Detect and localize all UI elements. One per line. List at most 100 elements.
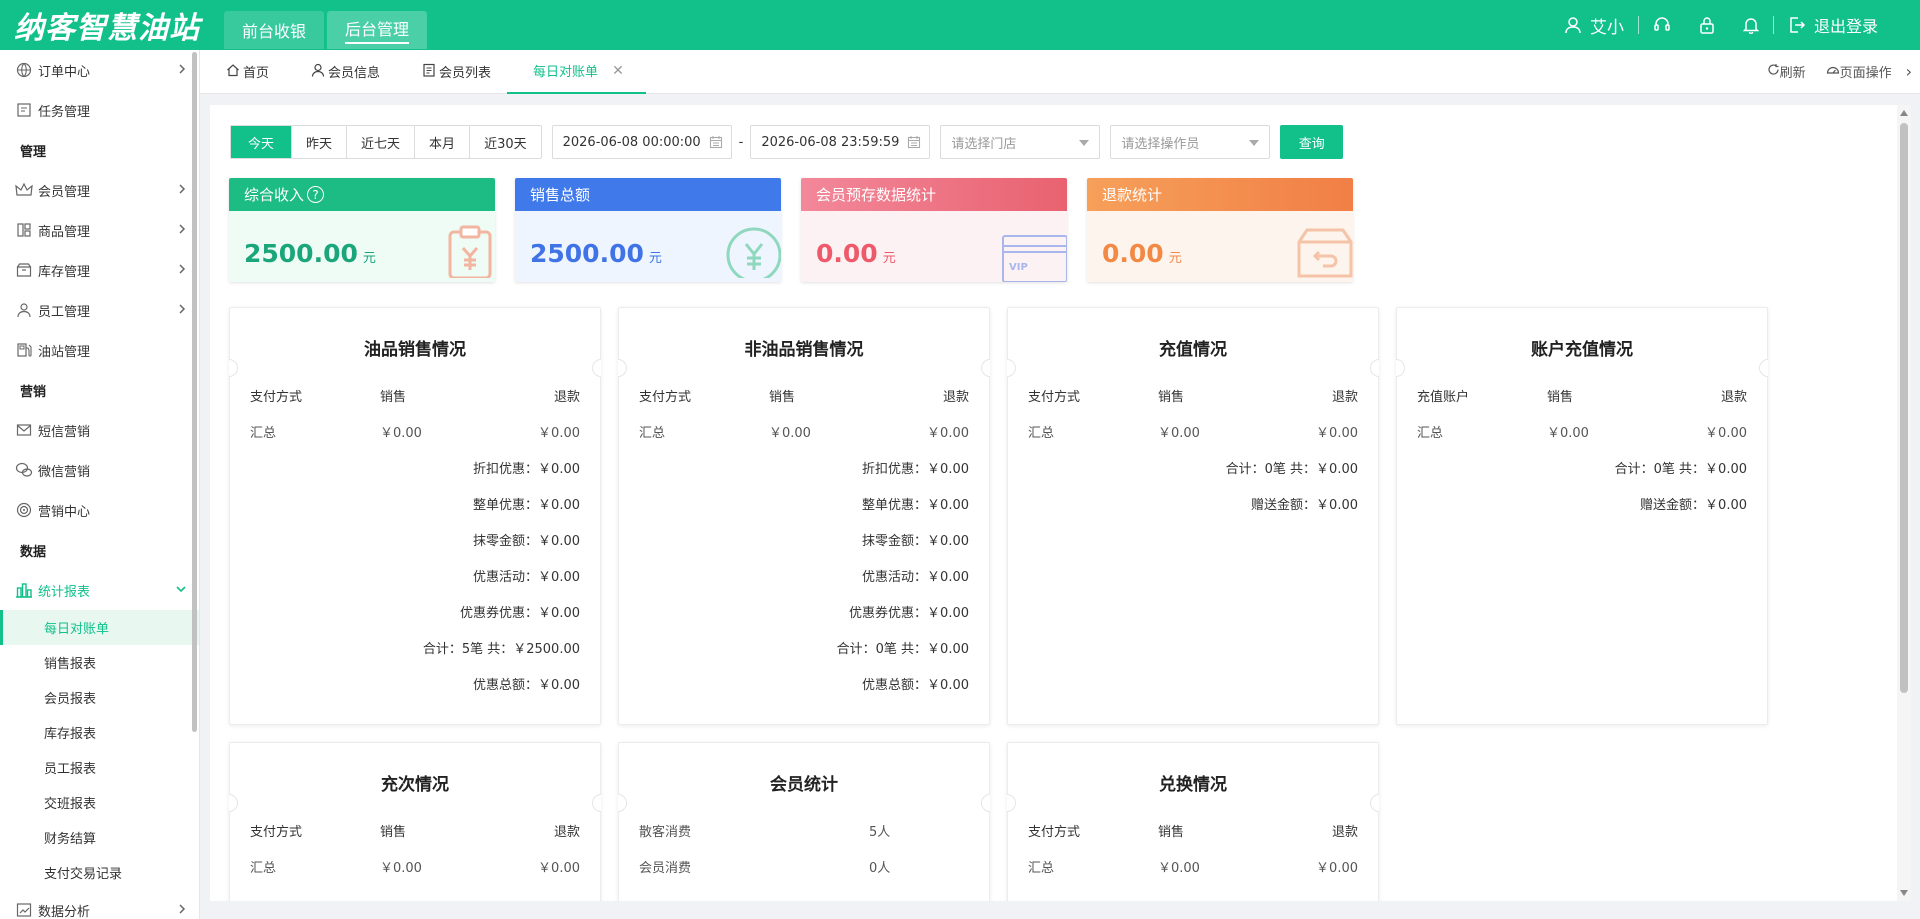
sidebar-subitem[interactable]: 支付交易记录 bbox=[0, 855, 199, 890]
summary-line: 折扣优惠：￥0.00 bbox=[862, 461, 969, 477]
sidebar-subitem[interactable]: 财务结算 bbox=[0, 820, 199, 855]
sidebar-item[interactable]: 库存管理 bbox=[0, 250, 199, 290]
operator-select-placeholder: 请选择操作员 bbox=[1121, 136, 1200, 152]
summary-line: 优惠券优惠：￥0.00 bbox=[849, 605, 969, 621]
panel-notch bbox=[1759, 359, 1768, 377]
lock-button[interactable] bbox=[1685, 15, 1729, 35]
end-date-input[interactable]: 2026-06-08 23:59:59 bbox=[750, 125, 931, 159]
caret-down-icon bbox=[1249, 140, 1260, 146]
top-tab-label: 前台收银 bbox=[242, 22, 307, 41]
stat-card-header: 销售总额 bbox=[515, 178, 781, 211]
stat-value-number: 2500.00 bbox=[244, 239, 358, 268]
sidebar-item[interactable]: 会员管理 bbox=[0, 170, 199, 210]
user-menu[interactable]: 艾小 bbox=[1550, 15, 1638, 38]
panel-title: 油品销售情况 bbox=[364, 340, 466, 360]
sidebar-item-label: 员工管理 bbox=[38, 304, 91, 320]
tab-member-info[interactable]: 会员信息 bbox=[285, 50, 396, 94]
headset-button[interactable] bbox=[1639, 15, 1685, 35]
refresh-button[interactable]: 刷新 bbox=[1767, 62, 1806, 81]
sidebar-item-label: 微信营销 bbox=[38, 464, 91, 480]
sidebar-item-label: 短信营销 bbox=[38, 424, 91, 440]
sidebar-item[interactable]: 员工管理 bbox=[0, 290, 199, 330]
top-tab-label: 后台管理 bbox=[345, 16, 410, 44]
stats-panel-account: 账户充值情况 充值账户 销售 退款 汇总 ￥0.00 ￥0.00 合计：0笔 共：￥0.00 赠… bbox=[1396, 307, 1768, 725]
panel-notch bbox=[981, 794, 990, 812]
column-header: 销售 bbox=[380, 824, 407, 840]
panel-notch bbox=[618, 359, 627, 377]
table-cell: ￥0.00 bbox=[1547, 425, 1589, 441]
tab-daily-statement[interactable]: 每日对账单 ✕ bbox=[507, 50, 646, 94]
quick-this-month[interactable]: 本月 bbox=[414, 126, 469, 158]
quick-7-days[interactable]: 近七天 bbox=[346, 126, 414, 158]
sidebar-subitem[interactable]: 销售报表 bbox=[0, 645, 199, 680]
sidebar-subitem[interactable]: 每日对账单 bbox=[0, 610, 199, 645]
tab-home[interactable]: 首页 bbox=[200, 50, 285, 94]
sidebar-item-label: 数据分析 bbox=[38, 904, 91, 919]
scroll-thumb[interactable] bbox=[1900, 123, 1908, 693]
sidebar-item[interactable]: 微信营销 bbox=[0, 450, 199, 490]
column-header: 销售 bbox=[769, 389, 796, 405]
query-button[interactable]: 查询 bbox=[1280, 125, 1344, 159]
table-cell: 汇总 bbox=[639, 425, 666, 441]
sidebar-subitem[interactable]: 员工报表 bbox=[0, 750, 199, 785]
logout-button[interactable]: 退出登录 bbox=[1774, 15, 1892, 36]
help-icon[interactable]: ? bbox=[307, 186, 325, 203]
store-select[interactable]: 请选择门店 bbox=[940, 125, 1101, 159]
start-date-value: 2026-06-08 00:00:00 bbox=[562, 134, 701, 150]
table-row: 会员消费 0人 bbox=[619, 848, 989, 884]
close-icon[interactable]: ✕ bbox=[612, 63, 624, 79]
sidebar-scrollbar[interactable] bbox=[192, 52, 197, 732]
sidebar-item[interactable]: 短信营销 bbox=[0, 410, 199, 450]
sidebar-item[interactable]: 数据分析 bbox=[0, 890, 199, 919]
column-header: 退款 bbox=[553, 389, 580, 405]
sidebar-item[interactable]: 商品管理 bbox=[0, 210, 199, 250]
chevron-right-icon bbox=[177, 223, 187, 239]
start-date-input[interactable]: 2026-06-08 00:00:00 bbox=[551, 125, 732, 159]
panel-header-row: 支付方式 销售 退款 bbox=[230, 377, 600, 413]
bar-chart-icon bbox=[14, 580, 34, 600]
headset-icon bbox=[1653, 16, 1671, 34]
column-header: 销售 bbox=[1158, 389, 1185, 405]
operator-select[interactable]: 请选择操作员 bbox=[1110, 125, 1271, 159]
sidebar-subitem[interactable]: 交班报表 bbox=[0, 785, 199, 820]
sidebar-subitem[interactable]: 会员报表 bbox=[0, 680, 199, 715]
chevron-right-icon[interactable]: › bbox=[1906, 62, 1912, 81]
summary-line: 整单优惠：￥0.00 bbox=[473, 497, 580, 513]
scroll-up-arrow-icon[interactable] bbox=[1900, 110, 1908, 116]
content-scrollbar[interactable] bbox=[1897, 105, 1911, 901]
quick-yesterday[interactable]: 昨天 bbox=[291, 126, 346, 158]
table-row: 汇总 ￥0.00 ￥0.00 bbox=[1008, 848, 1378, 884]
panel-notch bbox=[981, 359, 990, 377]
top-tab-cashier[interactable]: 前台收银 bbox=[224, 11, 325, 49]
column-header: 销售 bbox=[1547, 389, 1574, 405]
table-cell: ￥0.00 bbox=[1316, 425, 1358, 441]
main-content: 今天 昨天 近七天 本月 近30天 2026-06-08 00:00:00 - … bbox=[210, 105, 1907, 901]
sidebar-item[interactable]: 营销中心 bbox=[0, 490, 199, 530]
stat-value-number: 0.00 bbox=[816, 239, 878, 268]
quick-today[interactable]: 今天 bbox=[231, 126, 292, 158]
sidebar-subitem[interactable]: 库存报表 bbox=[0, 715, 199, 750]
panel-title: 充次情况 bbox=[381, 775, 449, 795]
user-icon bbox=[1564, 16, 1582, 34]
table-cell: ￥0.00 bbox=[1158, 860, 1200, 876]
page-tabs: 首页 会员信息 会员列表 每日对账单 ✕ 刷新 页面操作 › bbox=[200, 50, 1920, 94]
summary-line: 合计：0笔 共：￥0.00 bbox=[1614, 461, 1747, 477]
sidebar-item[interactable]: 任务管理 bbox=[0, 90, 199, 130]
chevron-down-icon bbox=[175, 583, 187, 599]
page-ops-button[interactable]: 页面操作 bbox=[1826, 62, 1892, 81]
gauge-icon bbox=[1826, 63, 1840, 80]
table-row: 汇总 ￥0.00 ￥0.00 bbox=[230, 413, 600, 449]
stat-card-title: 退款统计 bbox=[1102, 186, 1163, 204]
tab-member-list[interactable]: 会员列表 bbox=[396, 50, 507, 94]
scroll-down-arrow-icon[interactable] bbox=[1900, 890, 1908, 896]
top-tab-admin[interactable]: 后台管理 bbox=[327, 11, 428, 49]
sidebar-item[interactable]: 油站管理 bbox=[0, 330, 199, 370]
table-cell: 汇总 bbox=[1417, 425, 1444, 441]
sidebar-item[interactable]: 统计报表 bbox=[0, 570, 199, 610]
column-header: 退款 bbox=[553, 824, 580, 840]
sidebar-item[interactable]: 订单中心 bbox=[0, 50, 199, 90]
storage-icon bbox=[14, 260, 34, 280]
bell-button[interactable] bbox=[1729, 15, 1773, 35]
panel-notch bbox=[592, 794, 601, 812]
quick-30-days[interactable]: 近30天 bbox=[469, 126, 541, 158]
